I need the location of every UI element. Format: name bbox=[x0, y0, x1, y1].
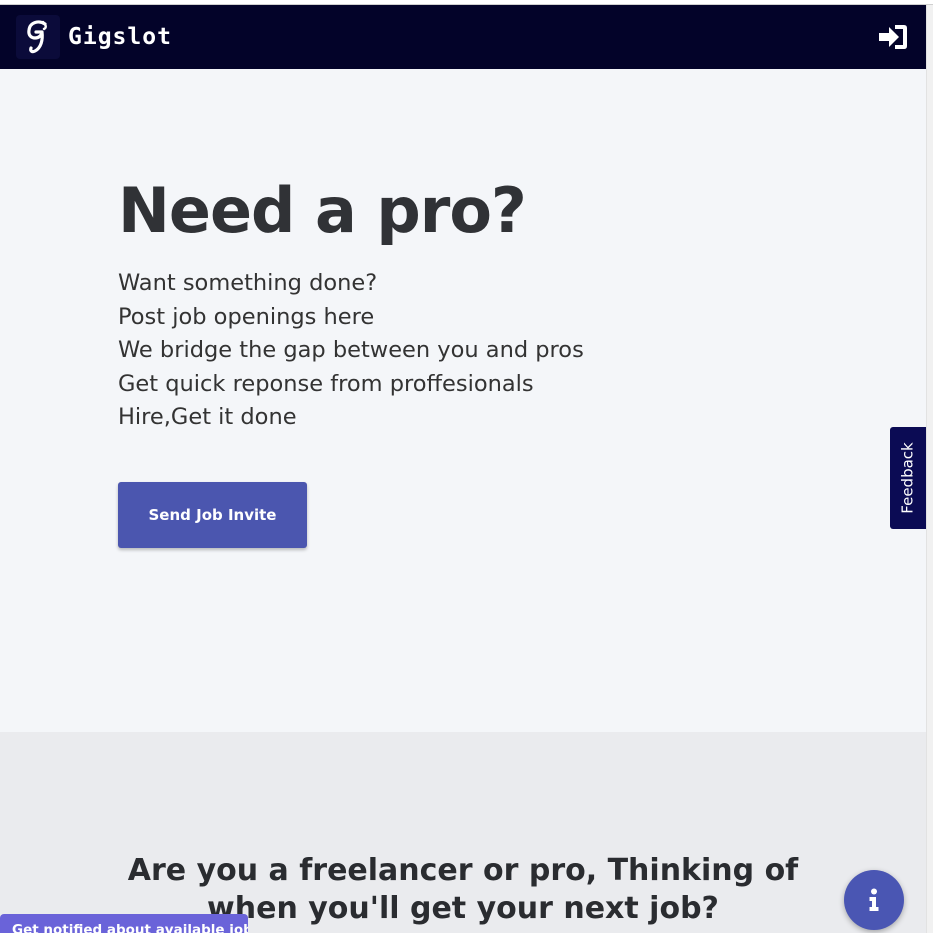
feedback-label: Feedback bbox=[899, 442, 917, 514]
hero-line: Post job openings here bbox=[118, 303, 375, 330]
notify-jobs-button[interactable]: Get notified about available jobs bbox=[0, 914, 248, 933]
hero-section: Need a pro? Want something done? Post jo… bbox=[0, 69, 926, 732]
hero-line: We bridge the gap between you and pros bbox=[118, 337, 584, 364]
g-logo-icon[interactable] bbox=[16, 15, 60, 59]
hero-line: Want something done? bbox=[118, 270, 378, 296]
navbar: Gigslot bbox=[0, 5, 926, 69]
sign-in-icon[interactable] bbox=[876, 20, 910, 54]
brand-name[interactable]: Gigslot bbox=[68, 24, 172, 50]
hero-text: Want something done? Post job openings h… bbox=[118, 267, 584, 435]
brand[interactable]: Gigslot bbox=[16, 15, 172, 59]
send-job-invite-button[interactable]: Send Job Invite bbox=[118, 482, 307, 548]
scrollbar[interactable] bbox=[926, 5, 933, 933]
freelancer-section: Are you a freelancer or pro, Thinking of… bbox=[0, 732, 926, 933]
hero-line: Get quick reponse from proffesionals bbox=[118, 370, 534, 397]
info-button[interactable] bbox=[844, 870, 904, 930]
hero-title: Need a pro? bbox=[118, 174, 527, 247]
hero-line: Hire,Get it done bbox=[118, 404, 297, 431]
feedback-tab[interactable]: Feedback bbox=[890, 427, 926, 529]
info-icon bbox=[869, 888, 879, 911]
